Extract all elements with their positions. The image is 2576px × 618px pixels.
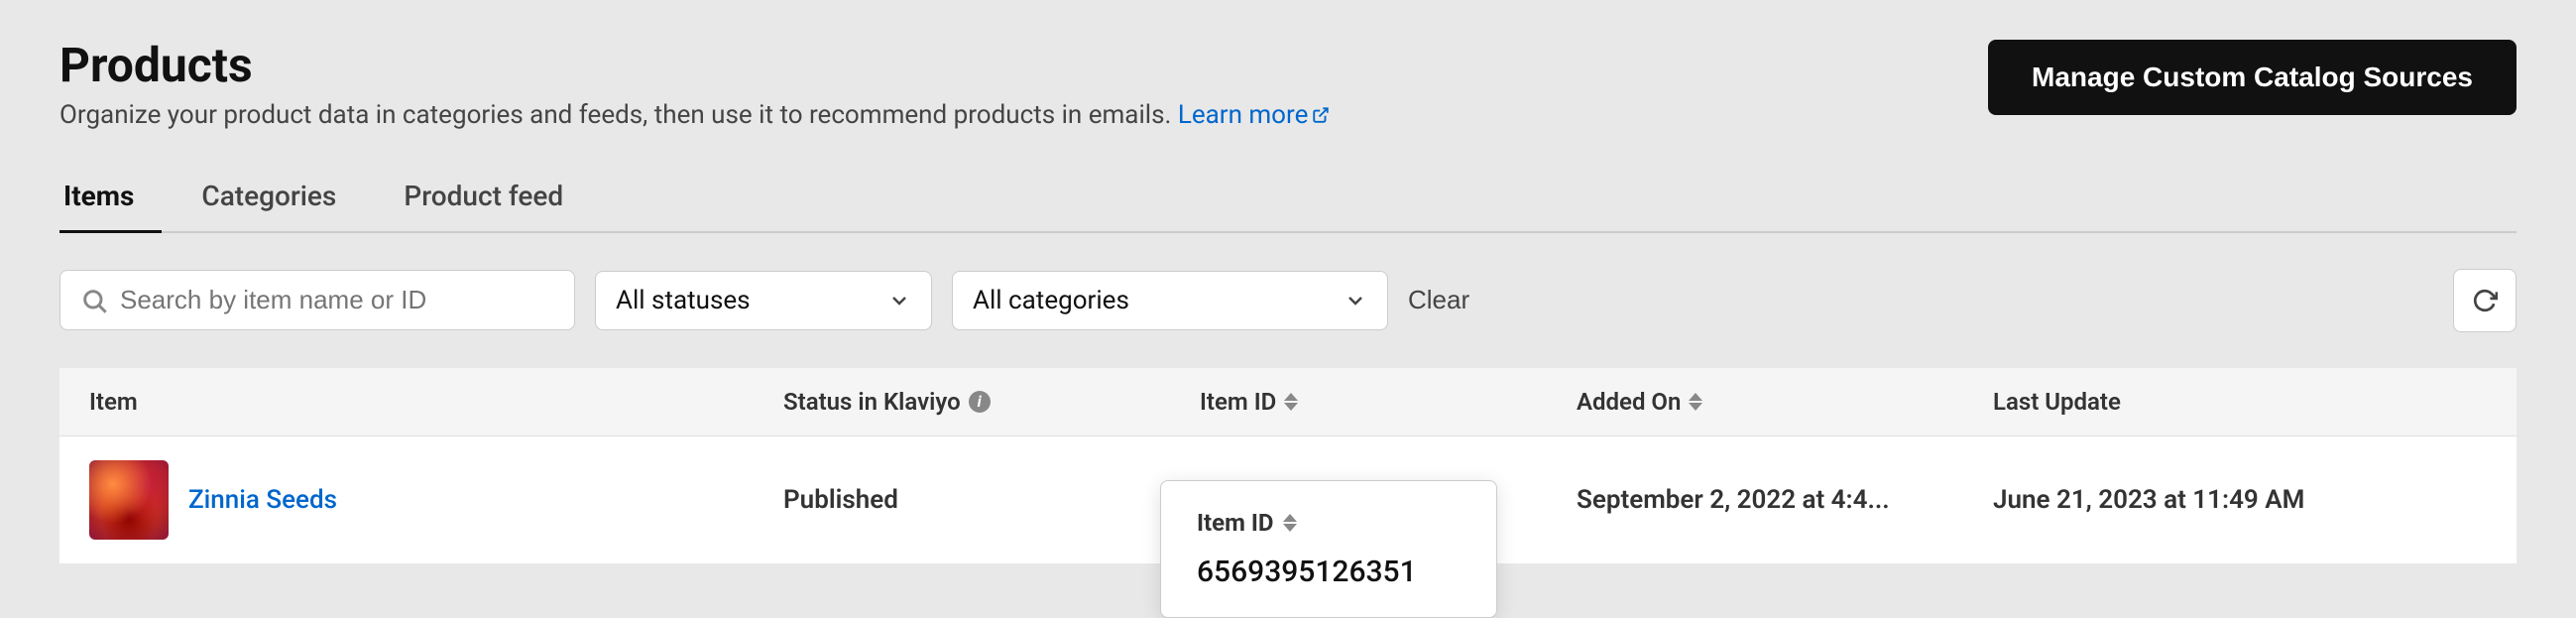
itemid-popup-header: Item ID (1197, 509, 1461, 537)
addedon-sort-icon[interactable] (1689, 393, 1702, 411)
col-itemid-header: Item ID (1200, 388, 1577, 416)
col-status-header: Status in Klaviyo i (783, 388, 1200, 416)
lastupdate-cell: June 21, 2023 at 11:49 AM (1993, 485, 2487, 515)
refresh-button[interactable] (2453, 269, 2517, 332)
status-cell: Published (783, 485, 1200, 515)
search-container (59, 270, 575, 330)
refresh-icon (2472, 286, 2498, 315)
manage-custom-catalog-sources-button[interactable]: Manage Custom Catalog Sources (1988, 40, 2517, 115)
all-categories-dropdown[interactable]: All categories (952, 271, 1388, 330)
col-item-header: Item (89, 388, 783, 416)
itemid-sort-icon[interactable] (1284, 393, 1298, 411)
table-header-row: Item Status in Klaviyo i Item ID Added O… (59, 368, 2517, 436)
clear-button[interactable]: Clear (1408, 285, 1469, 315)
filters-row: All statuses All categories Clear (59, 269, 2517, 332)
page-title: Products (59, 40, 1330, 92)
itemid-popup-sort-icon[interactable] (1283, 514, 1297, 532)
tab-product-feed[interactable]: Product feed (400, 166, 591, 233)
itemid-popup: Item ID 6569395126351 (1160, 480, 1497, 618)
itemid-popup-value: 6569395126351 (1197, 555, 1461, 589)
chevron-down-icon (887, 289, 911, 312)
col-lastupdate-header: Last Update (1993, 388, 2487, 416)
item-name-link[interactable]: Zinnia Seeds (188, 485, 337, 515)
tabs-row: Items Categories Product feed (59, 166, 2517, 233)
header-row: Products Organize your product data in c… (59, 40, 2517, 130)
tab-items[interactable]: Items (59, 166, 162, 233)
learn-more-link[interactable]: Learn more (1178, 100, 1331, 130)
item-image (89, 460, 169, 540)
table-row: Zinnia Seeds Published Item ID 656939512… (59, 436, 2517, 564)
tab-categories[interactable]: Categories (197, 166, 364, 233)
external-link-icon (1312, 106, 1330, 124)
page-container: Products Organize your product data in c… (0, 0, 2576, 604)
status-info-icon[interactable]: i (969, 391, 991, 413)
chevron-down-icon-categories (1344, 289, 1367, 312)
search-icon (80, 287, 108, 314)
addedon-cell: September 2, 2022 at 4:4... (1577, 485, 1993, 515)
search-input[interactable] (120, 285, 554, 315)
header-left: Products Organize your product data in c… (59, 40, 1330, 130)
page-subtitle: Organize your product data in categories… (59, 100, 1330, 130)
col-addedon-header: Added On (1577, 388, 1993, 416)
all-statuses-dropdown[interactable]: All statuses (595, 271, 932, 330)
table-container: Item Status in Klaviyo i Item ID Added O… (59, 368, 2517, 564)
item-cell: Zinnia Seeds (89, 460, 783, 540)
